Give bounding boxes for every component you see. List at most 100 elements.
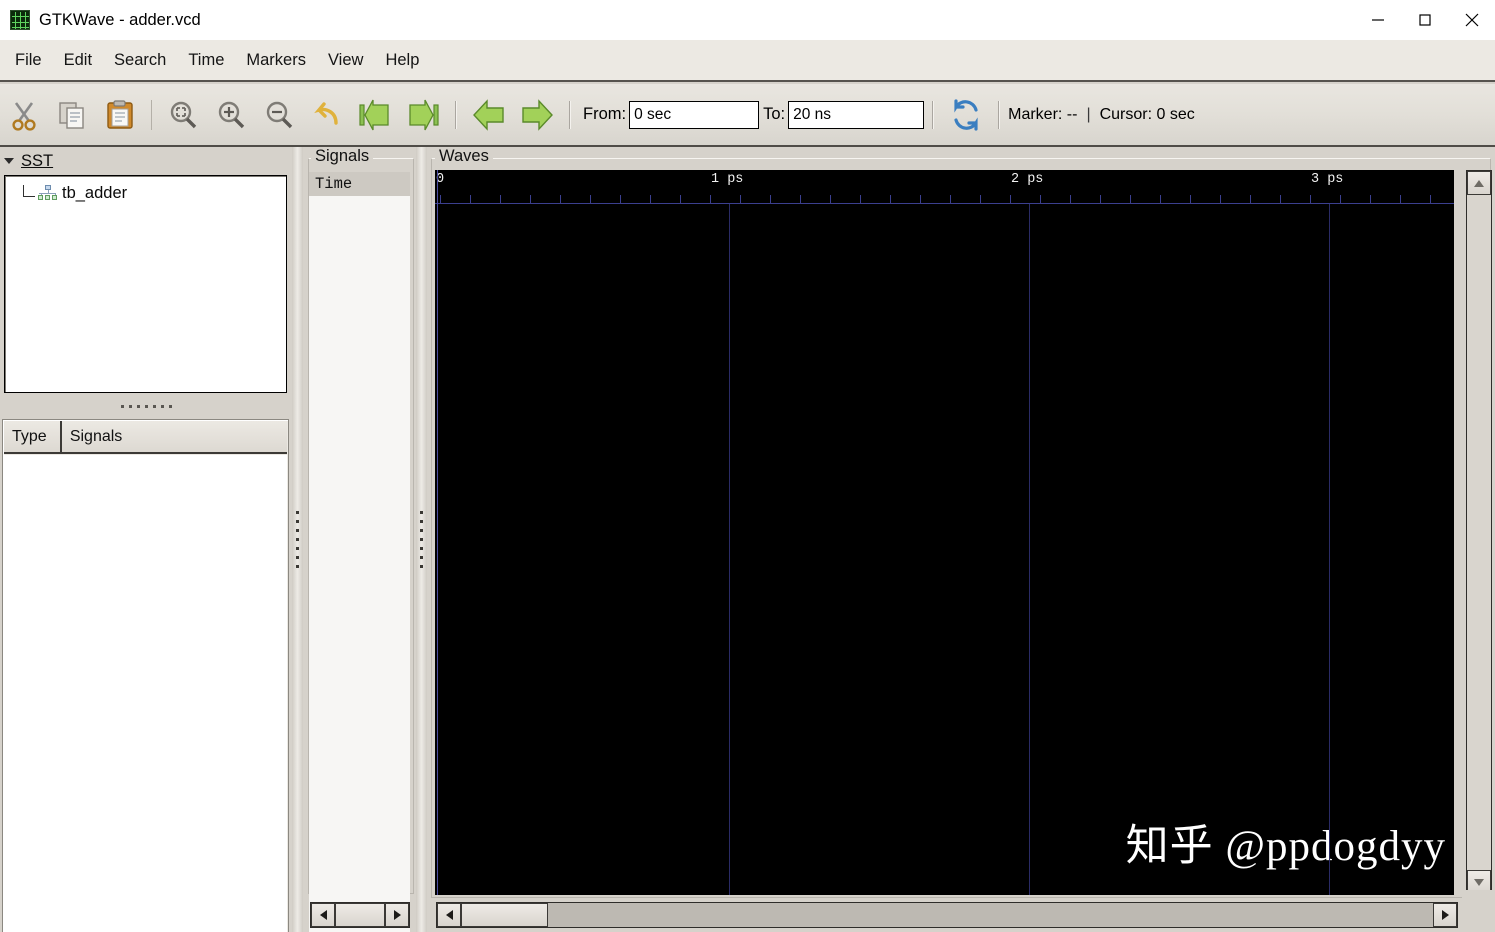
- menu-view[interactable]: View: [317, 47, 374, 74]
- copy-icon[interactable]: [48, 92, 96, 138]
- window-controls: [1354, 0, 1495, 40]
- sst-panel-label: SST: [21, 151, 54, 170]
- ruler-tick: [530, 195, 531, 204]
- to-input[interactable]: [788, 100, 925, 129]
- tree-elbow-icon: [23, 184, 35, 197]
- paste-icon[interactable]: [96, 92, 144, 138]
- ruler-tick: [890, 195, 891, 204]
- scroll-up-icon[interactable]: [1467, 171, 1491, 195]
- waveform-icon: [10, 10, 30, 30]
- zoom-in-icon[interactable]: [207, 92, 255, 138]
- ruler-tick: [710, 195, 711, 204]
- zoom-undo-icon[interactable]: [303, 92, 351, 138]
- zoom-fit-icon[interactable]: [159, 92, 207, 138]
- waves-pane: Waves 01 ps 2 ps 3 ps 知乎 @ppdogdyy: [427, 147, 1495, 932]
- waves-hscrollbar[interactable]: [436, 902, 1458, 928]
- ruler-tick: [1400, 195, 1401, 204]
- close-icon[interactable]: [1448, 0, 1495, 40]
- scroll-left-icon[interactable]: [311, 903, 335, 927]
- ruler-baseline: [435, 203, 1454, 204]
- wave-canvas[interactable]: 01 ps 2 ps 3 ps 知乎 @ppdogdyy: [435, 170, 1454, 895]
- waves-hscroll-trough[interactable]: [461, 903, 1433, 927]
- menu-bar: File Edit Search Time Markers View Help: [0, 40, 1495, 82]
- ruler-tick: [1370, 195, 1371, 204]
- toolbar-separator-2: [455, 100, 457, 129]
- scroll-right-icon[interactable]: [385, 903, 409, 927]
- waves-hscroll-thumb[interactable]: [461, 903, 549, 927]
- toolbar: From: To: Marker: -- | Cursor: 0 sec: [0, 84, 1495, 147]
- signal-row-time[interactable]: Time: [309, 172, 410, 196]
- signals-list-empty-area[interactable]: [309, 196, 410, 932]
- signals-hscrollbar[interactable]: [310, 902, 410, 928]
- window-title: GTKWave - adder.vcd: [39, 10, 201, 29]
- ruler-tick-label: 2 ps: [1011, 172, 1044, 187]
- menu-file[interactable]: File: [4, 47, 53, 74]
- ruler-tick: [1100, 195, 1101, 204]
- waves-vscroll-trough[interactable]: [1467, 195, 1491, 870]
- signal-table-body[interactable]: [4, 455, 287, 932]
- menu-help[interactable]: Help: [374, 47, 430, 74]
- tree-item-tb_adder[interactable]: tb_adder: [23, 182, 127, 204]
- ruler-tick: [590, 195, 591, 204]
- go-start-icon[interactable]: [351, 92, 399, 138]
- ruler-tick: [860, 195, 861, 204]
- ruler-tick: [800, 195, 801, 204]
- ruler-tick: [830, 195, 831, 204]
- waves-scroll-left-icon[interactable]: [437, 903, 461, 927]
- ruler-tick: [1040, 195, 1041, 204]
- vertical-splitter-handle-2[interactable]: [416, 147, 427, 932]
- forward-icon[interactable]: [513, 92, 561, 138]
- minimize-icon[interactable]: [1354, 0, 1401, 40]
- ruler-tick: [620, 195, 621, 204]
- menu-edit[interactable]: Edit: [53, 47, 103, 74]
- cursor-marker[interactable]: [437, 170, 438, 895]
- ruler-tick: [1430, 195, 1431, 204]
- menu-search[interactable]: Search: [103, 47, 177, 74]
- wave-gridline: [1329, 204, 1330, 895]
- signals-pane-label: Signals: [311, 147, 374, 166]
- scrollbar-corner: [1462, 890, 1492, 932]
- marker-status: Marker: --: [1008, 105, 1078, 123]
- waves-scroll-right-icon[interactable]: [1433, 903, 1457, 927]
- ruler-tick: [980, 195, 981, 204]
- cursor-status: Cursor: 0 sec: [1099, 105, 1195, 123]
- go-end-icon[interactable]: [399, 92, 447, 138]
- sst-tree[interactable]: tb_adder: [4, 175, 287, 393]
- sst-panel-header[interactable]: SST: [4, 150, 53, 172]
- ruler-tick: [560, 195, 561, 204]
- waves-pane-label: Waves: [435, 147, 493, 166]
- to-label: To:: [763, 105, 786, 123]
- horizontal-splitter-handle[interactable]: [0, 399, 292, 413]
- time-ruler[interactable]: 01 ps 2 ps 3 ps: [435, 170, 1454, 204]
- module-hierarchy-icon: [37, 184, 59, 202]
- tree-item-label: tb_adder: [62, 183, 128, 202]
- column-header-type[interactable]: Type: [4, 421, 62, 454]
- cut-icon[interactable]: [0, 92, 48, 138]
- maximize-icon[interactable]: [1401, 0, 1448, 40]
- menu-time[interactable]: Time: [177, 47, 235, 74]
- signals-hscroll-trough[interactable]: [335, 903, 385, 927]
- signals-hscroll-thumb[interactable]: [335, 903, 385, 927]
- ruler-tick: [500, 195, 501, 204]
- vertical-splitter-handle-1[interactable]: [292, 147, 303, 932]
- menu-markers[interactable]: Markers: [235, 47, 317, 74]
- from-label: From:: [583, 105, 627, 123]
- from-input[interactable]: [629, 100, 760, 129]
- chevron-down-icon[interactable]: [4, 158, 14, 164]
- ruler-tick: [950, 195, 951, 204]
- signals-pane: Signals Time: [303, 147, 416, 932]
- ruler-tick-label: 3 ps: [1311, 172, 1344, 187]
- ruler-tick: [1310, 195, 1311, 204]
- toolbar-separator-5: [998, 100, 1001, 129]
- back-icon[interactable]: [465, 92, 513, 138]
- waves-vscrollbar[interactable]: [1466, 170, 1492, 895]
- reload-icon[interactable]: [942, 92, 990, 138]
- watermark-text: 知乎 @ppdogdyy: [1125, 823, 1446, 870]
- column-header-signals[interactable]: Signals: [61, 421, 287, 454]
- toolbar-separator-3: [569, 100, 571, 129]
- ruler-tick: [1190, 195, 1191, 204]
- ruler-tick-label: 1 ps: [711, 172, 744, 187]
- ruler-tick: [680, 195, 681, 204]
- ruler-tick: [470, 195, 471, 204]
- zoom-out-icon[interactable]: [255, 92, 303, 138]
